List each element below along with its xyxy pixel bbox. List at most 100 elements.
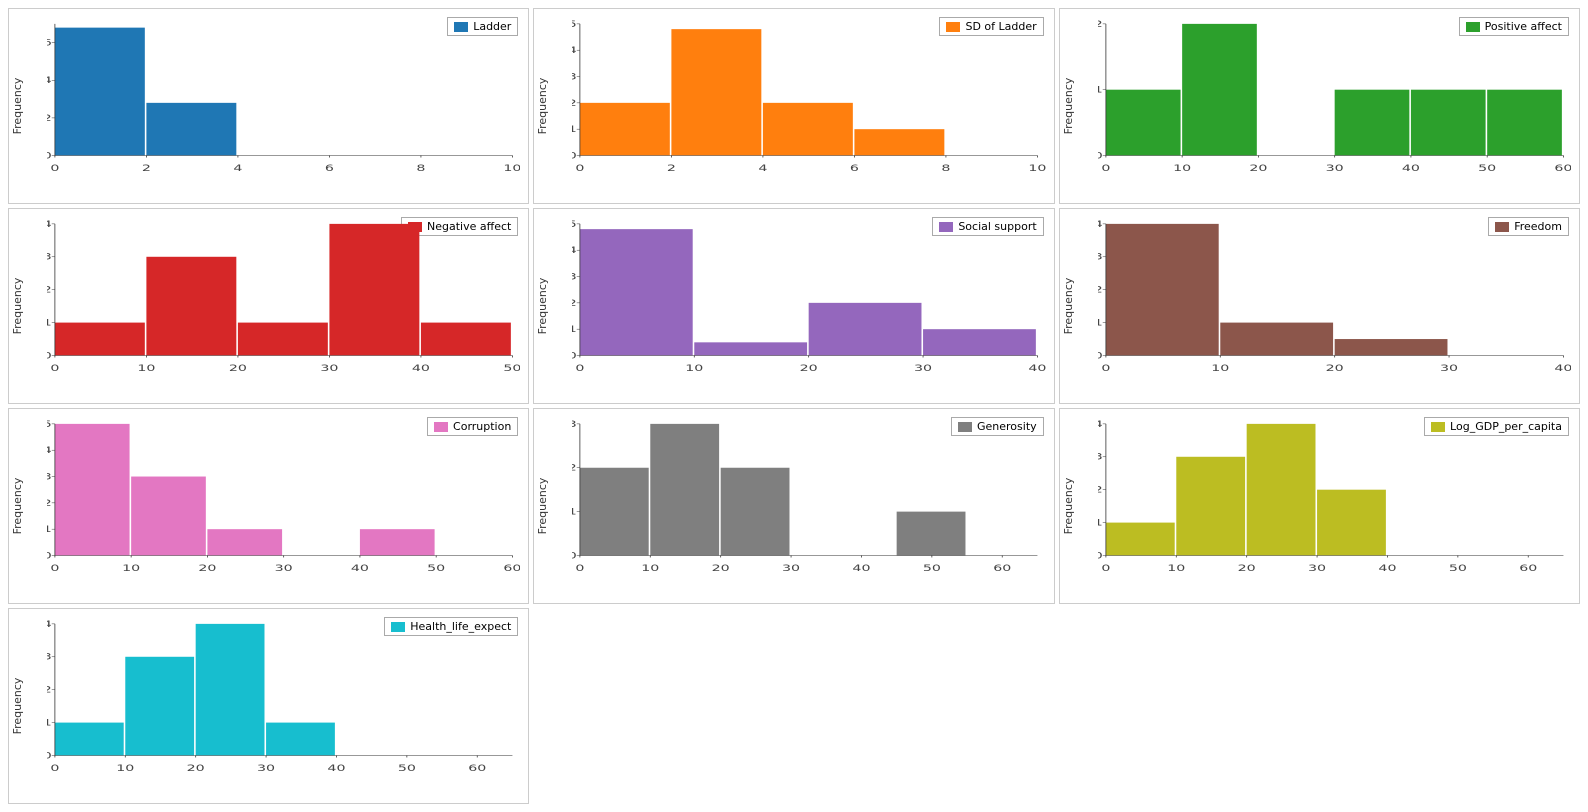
x-tick-label: 30 xyxy=(320,363,338,373)
bar xyxy=(1334,339,1447,355)
bar xyxy=(580,468,649,556)
x-tick-label: 60 xyxy=(1519,563,1537,573)
x-tick-label: 60 xyxy=(1554,163,1571,173)
y-tick-label: 0 xyxy=(572,150,577,160)
bar xyxy=(55,323,145,356)
x-tick-label: 2 xyxy=(667,163,676,173)
x-tick-label: 30 xyxy=(1308,563,1326,573)
x-tick-label: 60 xyxy=(994,563,1012,573)
bar xyxy=(125,657,194,756)
y-tick-label: 0 xyxy=(1098,150,1103,160)
bar xyxy=(651,424,720,556)
bar xyxy=(146,103,236,156)
bar xyxy=(55,424,130,556)
bar xyxy=(580,103,670,156)
x-tick-label: 20 xyxy=(198,563,216,573)
x-tick-label: 0 xyxy=(576,563,585,573)
x-tick-label: 6 xyxy=(850,163,859,173)
bar xyxy=(763,103,853,156)
chart-health-life-expect: FrequencyHealth_life_expect0102030405060… xyxy=(8,608,529,804)
bar xyxy=(923,329,1036,355)
x-tick-label: 30 xyxy=(1325,163,1343,173)
y-tick-label: 5 xyxy=(47,419,52,429)
x-tick-label: 0 xyxy=(1101,163,1110,173)
x-tick-label: 20 xyxy=(1237,563,1255,573)
y-tick-label: 5 xyxy=(572,19,577,29)
svg-positive-affect: 0102030405060012 xyxy=(1098,19,1571,175)
x-tick-label: 40 xyxy=(853,563,871,573)
bar xyxy=(809,303,922,356)
x-tick-label: 30 xyxy=(257,763,275,773)
x-tick-label: 6 xyxy=(325,163,334,173)
chart-social-support: FrequencySocial support010203040012345 xyxy=(533,208,1054,404)
y-tick-label: 1 xyxy=(47,317,52,327)
y-axis-label: Frequency xyxy=(1062,278,1075,335)
x-tick-label: 0 xyxy=(1101,563,1110,573)
x-tick-label: 4 xyxy=(233,163,242,173)
x-tick-label: 60 xyxy=(468,763,486,773)
bar xyxy=(131,477,206,556)
x-tick-label: 8 xyxy=(942,163,951,173)
x-tick-label: 50 xyxy=(923,563,941,573)
y-tick-label: 0 xyxy=(47,150,52,160)
bar xyxy=(207,529,282,555)
x-tick-label: 40 xyxy=(1402,163,1420,173)
svg-freedom: 01020304001234 xyxy=(1098,219,1571,375)
bar xyxy=(1220,323,1333,356)
x-tick-label: 10 xyxy=(1173,163,1191,173)
y-tick-label: 3 xyxy=(47,471,52,481)
y-tick-label: 4 xyxy=(1098,219,1103,229)
bar xyxy=(897,512,966,556)
x-tick-label: 30 xyxy=(914,363,932,373)
x-tick-label: 0 xyxy=(1101,363,1110,373)
y-tick-label: 3 xyxy=(572,271,577,281)
bar xyxy=(55,28,145,156)
y-tick-label: 5 xyxy=(572,219,577,229)
y-tick-label: 3 xyxy=(572,419,577,429)
x-tick-label: 20 xyxy=(229,363,247,373)
y-axis-label: Frequency xyxy=(1062,478,1075,535)
y-tick-label: 2 xyxy=(47,684,52,694)
y-tick-label: 2 xyxy=(572,462,577,472)
y-tick-label: 0 xyxy=(572,550,577,560)
x-tick-label: 40 xyxy=(1554,363,1571,373)
y-tick-label: 0 xyxy=(1098,550,1103,560)
y-axis-label: Frequency xyxy=(536,478,549,535)
x-tick-label: 30 xyxy=(782,563,800,573)
bar xyxy=(721,468,790,556)
x-tick-label: 4 xyxy=(759,163,768,173)
bar xyxy=(55,723,124,756)
y-tick-label: 3 xyxy=(1098,452,1103,462)
bar xyxy=(196,624,265,756)
x-tick-label: 40 xyxy=(351,563,369,573)
x-tick-label: 10 xyxy=(1211,363,1229,373)
bar xyxy=(1182,24,1257,156)
y-tick-label: 3 xyxy=(47,252,52,262)
y-tick-label: 4 xyxy=(572,245,577,255)
x-tick-label: 40 xyxy=(1029,363,1046,373)
x-tick-label: 40 xyxy=(1378,563,1396,573)
x-tick-label: 8 xyxy=(416,163,425,173)
y-tick-label: 2 xyxy=(572,298,577,308)
y-tick-label: 3 xyxy=(47,652,52,662)
x-tick-label: 0 xyxy=(576,363,585,373)
svg-health-life-expect: 010203040506001234 xyxy=(47,619,520,775)
svg-log-gdp: 010203040506001234 xyxy=(1098,419,1571,575)
y-axis-label: Frequency xyxy=(11,78,24,135)
svg-ladder: 02468100246 xyxy=(47,19,520,175)
x-tick-label: 20 xyxy=(800,363,818,373)
charts-grid: FrequencyLadder02468100246FrequencySD of… xyxy=(0,0,1588,812)
bar xyxy=(360,529,435,555)
bar xyxy=(1106,224,1219,356)
x-tick-label: 0 xyxy=(50,163,59,173)
x-tick-label: 0 xyxy=(50,363,59,373)
x-tick-label: 10 xyxy=(116,763,134,773)
x-tick-label: 20 xyxy=(1249,163,1267,173)
svg-generosity: 01020304050600123 xyxy=(572,419,1045,575)
empty-cell xyxy=(533,608,1054,804)
x-tick-label: 0 xyxy=(576,163,585,173)
bar xyxy=(329,224,419,356)
x-tick-label: 30 xyxy=(275,563,293,573)
bar xyxy=(1106,90,1181,156)
y-tick-label: 2 xyxy=(47,113,52,123)
